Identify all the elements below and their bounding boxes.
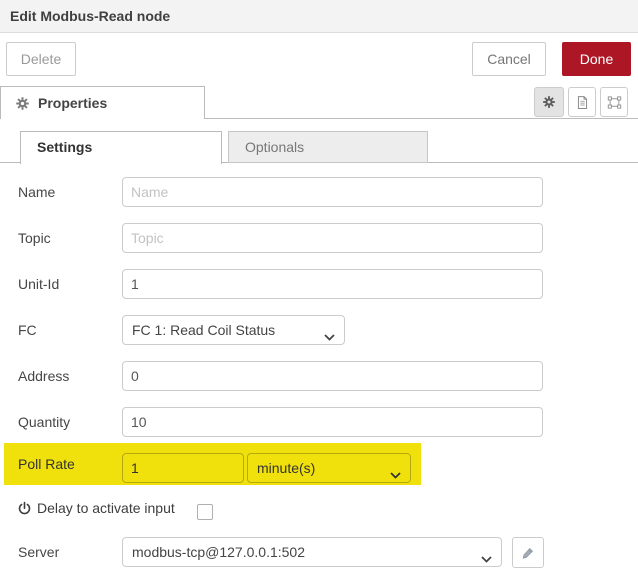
- topic-label: Topic: [18, 230, 51, 246]
- properties-icon-button[interactable]: [534, 87, 564, 117]
- power-icon: [17, 501, 32, 516]
- address-input[interactable]: [122, 361, 543, 391]
- pencil-icon: [521, 546, 535, 560]
- unit-id-label: Unit-Id: [18, 276, 60, 292]
- fc-label: FC: [18, 322, 37, 338]
- unit-id-input[interactable]: [122, 269, 543, 299]
- done-button[interactable]: Done: [562, 42, 631, 76]
- name-label: Name: [18, 184, 56, 200]
- dialog-header: Edit Modbus-Read node: [0, 0, 638, 33]
- gear-icon: [15, 96, 30, 111]
- tab-properties-label: Properties: [38, 95, 108, 111]
- poll-rate-highlight: Poll Rate minute(s): [4, 443, 421, 485]
- quantity-label: Quantity: [18, 414, 71, 430]
- fc-select-value: FC 1: Read Coil Status: [132, 322, 276, 338]
- chevron-down-icon: [481, 550, 492, 566]
- chevron-down-icon: [390, 466, 401, 482]
- appearance-icon-button[interactable]: [600, 87, 628, 117]
- edit-node-dialog: Edit Modbus-Read node Delete Cancel Done…: [0, 0, 638, 579]
- poll-rate-label: Poll Rate: [18, 456, 75, 472]
- dialog-title: Edit Modbus-Read node: [10, 8, 171, 24]
- poll-rate-input[interactable]: [122, 453, 244, 483]
- delay-checkbox[interactable]: [197, 504, 213, 520]
- gear-icon: [542, 95, 556, 109]
- delete-button[interactable]: Delete: [6, 42, 76, 76]
- tab-settings-label: Settings: [37, 139, 93, 155]
- description-icon-button[interactable]: [568, 87, 596, 117]
- fc-select[interactable]: FC 1: Read Coil Status: [122, 315, 345, 345]
- server-label: Server: [18, 544, 60, 560]
- quantity-input[interactable]: [122, 407, 543, 437]
- document-icon: [575, 95, 590, 110]
- tab-settings[interactable]: Settings: [20, 131, 222, 164]
- name-input[interactable]: [122, 177, 543, 207]
- tab-optionals-label: Optionals: [245, 139, 305, 155]
- poll-rate-unit-value: minute(s): [257, 460, 316, 476]
- delay-label: Delay to activate input: [37, 500, 175, 516]
- chevron-down-icon: [324, 328, 335, 344]
- poll-rate-unit-select[interactable]: minute(s): [247, 453, 411, 483]
- server-select-value: modbus-tcp@127.0.0.1:502: [132, 544, 305, 560]
- server-select[interactable]: modbus-tcp@127.0.0.1:502: [122, 537, 502, 567]
- edit-server-button[interactable]: [512, 537, 544, 568]
- tab-properties[interactable]: Properties: [0, 86, 205, 119]
- cancel-button[interactable]: Cancel: [472, 42, 546, 76]
- topic-input[interactable]: [122, 223, 543, 253]
- selection-frame-icon: [607, 95, 622, 110]
- address-label: Address: [18, 368, 70, 384]
- tab-optionals[interactable]: Optionals: [228, 131, 428, 163]
